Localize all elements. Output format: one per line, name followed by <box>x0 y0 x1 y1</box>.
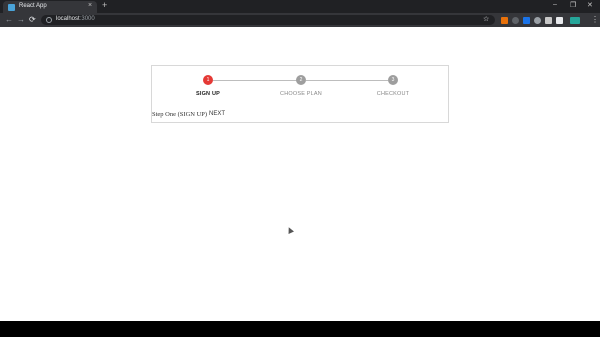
url-host: localhost <box>56 16 80 22</box>
stepper-connector-2 <box>306 80 388 81</box>
letterbox-bar <box>0 321 600 337</box>
url-port: :3000 <box>79 16 95 22</box>
step-icon-sign-up: 1 <box>203 75 213 85</box>
browser-tab[interactable]: React App × <box>3 1 97 13</box>
address-bar[interactable]: localhost:3000 ☆ <box>41 15 495 25</box>
back-button[interactable]: ← <box>5 15 13 24</box>
next-button[interactable]: NEXT <box>209 111 225 117</box>
step-icon-checkout: 3 <box>388 75 398 85</box>
minimize-button[interactable]: – <box>553 1 557 8</box>
tab-title: React App <box>19 3 47 9</box>
stepper-card: 1 SIGN UP 2 CHOOSE PLAN 3 CHECKOUT Step … <box>151 65 449 123</box>
mouse-cursor-icon <box>286 226 294 234</box>
close-window-button[interactable]: ✕ <box>587 1 593 9</box>
tab-close-icon[interactable]: × <box>88 2 92 9</box>
react-favicon-icon <box>8 4 15 11</box>
puzzle-extensions-icon[interactable] <box>556 17 563 24</box>
reload-button[interactable]: ⟳ <box>29 15 36 24</box>
browser-toolbar: ← → ⟳ localhost:3000 ☆ ⋮ <box>0 13 600 27</box>
step-content-text: Step One (SIGN UP) <box>152 111 208 118</box>
browser-menu-icon[interactable]: ⋮ <box>591 15 599 24</box>
url-text: localhost:3000 <box>56 16 95 22</box>
step-label-sign-up: SIGN UP <box>195 91 220 97</box>
extension-icon-3[interactable] <box>523 17 530 24</box>
browser-tab-bar: React App × + – ❐ ✕ <box>0 0 600 13</box>
step-label-choose-plan: CHOOSE PLAN <box>280 91 322 97</box>
step-label-checkout: CHECKOUT <box>376 91 410 97</box>
new-tab-button[interactable]: + <box>102 0 107 10</box>
profile-avatar-icon[interactable] <box>570 17 580 24</box>
stepper-connector-1 <box>213 80 297 81</box>
forward-button[interactable]: → <box>17 15 25 24</box>
extension-icon-1[interactable] <box>501 17 508 24</box>
page-viewport: 1 SIGN UP 2 CHOOSE PLAN 3 CHECKOUT Step … <box>0 27 600 321</box>
site-info-icon[interactable] <box>46 17 52 23</box>
restore-button[interactable]: ❐ <box>570 1 576 9</box>
step-icon-choose-plan: 2 <box>296 75 306 85</box>
extension-icon-4[interactable] <box>534 17 541 24</box>
extension-icon-2[interactable] <box>512 17 519 24</box>
extension-icon-5[interactable] <box>545 17 552 24</box>
bookmark-star-icon[interactable]: ☆ <box>483 15 489 23</box>
